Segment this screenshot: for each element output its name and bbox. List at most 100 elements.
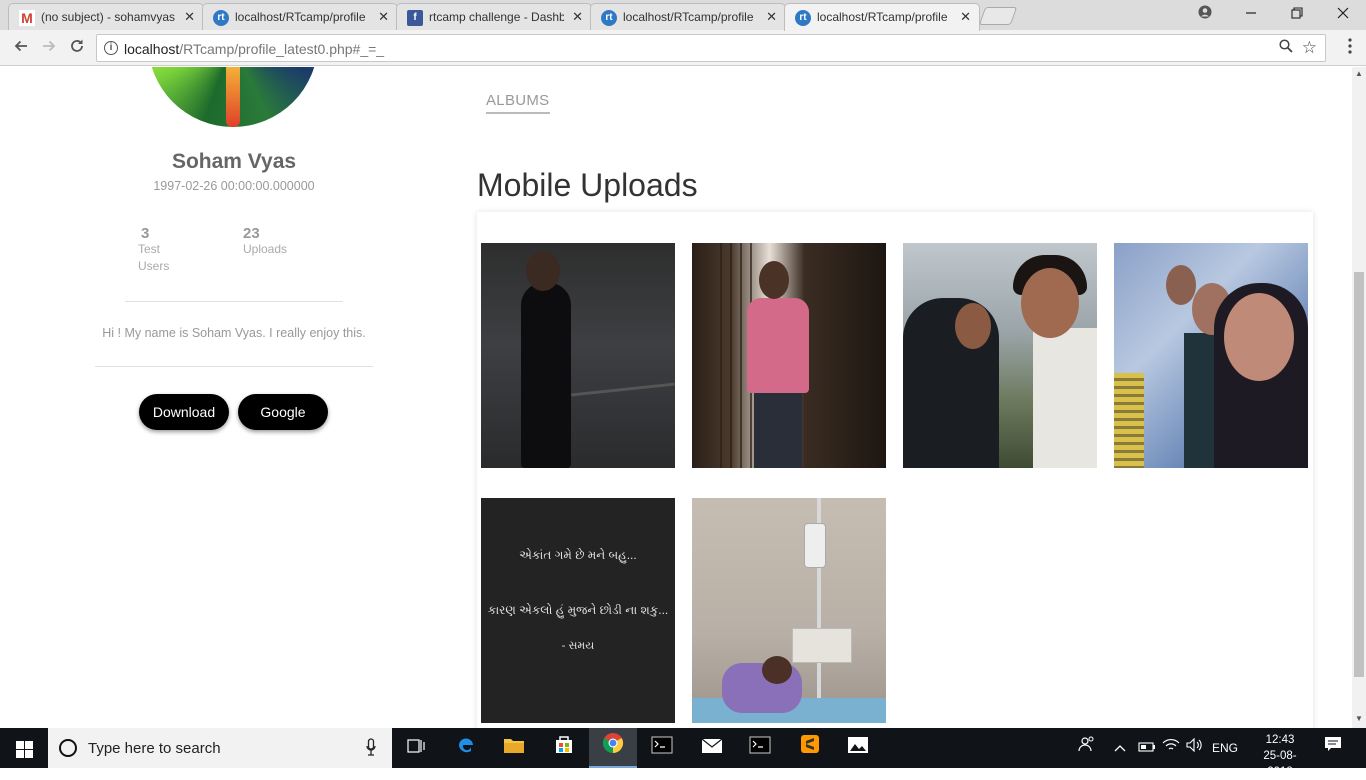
- zoom-icon[interactable]: [1279, 39, 1293, 57]
- stat-test-users-label: Test Users: [138, 242, 170, 273]
- profile-bio: Hi ! My name is Soham Vyas. I really enj…: [102, 326, 366, 340]
- people-icon[interactable]: [1078, 728, 1096, 768]
- sublime-text-icon[interactable]: [786, 728, 834, 768]
- taskbar-search[interactable]: Type here to search: [48, 728, 392, 768]
- railing: [571, 382, 675, 397]
- divider: [125, 301, 343, 302]
- volume-icon[interactable]: [1186, 728, 1204, 768]
- rtcamp-icon: rt: [601, 10, 617, 26]
- page-content: Soham Vyas 1997-02-26 00:00:00.000000 3 …: [0, 67, 1352, 728]
- quote-author: - સમય: [561, 640, 595, 652]
- start-button[interactable]: [0, 728, 48, 768]
- profile-dob: 1997-02-26 00:00:00.000000: [153, 179, 315, 193]
- person-shirt: [747, 298, 809, 393]
- terminal-icon[interactable]: [638, 728, 686, 768]
- minimize-button[interactable]: [1228, 0, 1274, 30]
- facebook-icon: f: [407, 10, 423, 26]
- tab-title: localhost/RTcamp/profile: [623, 10, 754, 24]
- tab-title: rtcamp challenge - Dashb: [429, 10, 564, 24]
- action-center-icon[interactable]: [1324, 728, 1342, 768]
- chrome-icon[interactable]: [589, 728, 637, 768]
- tab-title: localhost/RTcamp/profile: [235, 10, 366, 24]
- scroll-down-icon[interactable]: ▼: [1355, 714, 1363, 723]
- url-text: localhost/RTcamp/profile_latest0.php#_=_: [124, 41, 385, 57]
- scrollbar-thumb[interactable]: [1354, 272, 1364, 677]
- photo-dark-sea[interactable]: [481, 243, 675, 468]
- photo-quote[interactable]: એકાંત ગમે છે મને બહુ... કારણ એકલો હું મુ…: [481, 498, 675, 723]
- info-icon[interactable]: i: [104, 41, 118, 55]
- scroll-up-icon[interactable]: ▲: [1355, 69, 1363, 78]
- album-title: Mobile Uploads: [477, 167, 698, 203]
- avatar-detail: [226, 67, 240, 127]
- divider: [95, 366, 373, 367]
- file-explorer-icon[interactable]: [490, 728, 538, 768]
- clock-date: 25-08-2018: [1263, 750, 1297, 778]
- chrome-menu-icon[interactable]: [1348, 38, 1352, 54]
- windows-taskbar: Type here to search ENG 12:43 25-08-2018: [0, 728, 1366, 778]
- close-icon[interactable]: ✕: [184, 9, 195, 25]
- forward-button[interactable]: [37, 36, 61, 60]
- restore-button[interactable]: [1274, 0, 1320, 30]
- tab-profile-2[interactable]: rt localhost/RTcamp/profile ✕: [590, 3, 786, 30]
- quote-line: કારણ એકલો હું મુજને છોડી ના શકુ...: [487, 603, 669, 617]
- profile-avatar: [148, 67, 318, 127]
- search-placeholder: Type here to search: [88, 740, 221, 757]
- person-dress: [1033, 328, 1097, 468]
- patient-head: [762, 656, 792, 684]
- photo-window[interactable]: [692, 243, 886, 468]
- terminal-icon[interactable]: [736, 728, 784, 768]
- download-button[interactable]: Download: [139, 394, 229, 430]
- profile-name: Soham Vyas: [171, 150, 297, 173]
- stat-test-users-value: 3: [141, 225, 150, 242]
- person-head: [955, 303, 991, 349]
- close-icon[interactable]: ✕: [960, 9, 971, 25]
- person-legs: [754, 391, 802, 468]
- tab-profile-active[interactable]: rt localhost/RTcamp/profile ✕: [784, 3, 980, 31]
- task-view-icon[interactable]: [392, 728, 440, 768]
- wifi-icon[interactable]: [1162, 728, 1180, 768]
- close-icon[interactable]: ✕: [378, 9, 389, 25]
- photo-hospital[interactable]: [692, 498, 886, 723]
- rtcamp-icon: rt: [213, 10, 229, 26]
- tab-profile-1[interactable]: rt localhost/RTcamp/profile ✕: [202, 3, 398, 30]
- profile-icon[interactable]: [1182, 0, 1228, 30]
- tab-gmail[interactable]: M (no subject) - sohamvyas ✕: [8, 3, 204, 30]
- page-scrollbar[interactable]: ▲ ▼: [1352, 67, 1366, 728]
- person-head: [526, 251, 560, 291]
- tab-strip: M (no subject) - sohamvyas ✕ rt localhos…: [0, 0, 1366, 31]
- photo-group[interactable]: [1114, 243, 1308, 468]
- iv-bag: [804, 523, 826, 568]
- edge-icon[interactable]: [442, 728, 490, 768]
- reload-button[interactable]: [65, 36, 89, 60]
- photo-selfie[interactable]: [903, 243, 1097, 468]
- tab-facebook[interactable]: f rtcamp challenge - Dashb ✕: [396, 3, 592, 30]
- language-indicator[interactable]: ENG: [1212, 728, 1238, 768]
- window-close-button[interactable]: [1320, 0, 1366, 30]
- store-icon[interactable]: [540, 728, 588, 768]
- photo-gallery: એકાંત ગમે છે મને બહુ... કારણ એકલો હું મુ…: [477, 212, 1313, 728]
- albums-link[interactable]: ALBUMS: [486, 92, 550, 114]
- close-icon[interactable]: ✕: [572, 9, 583, 25]
- person-face: [1021, 268, 1079, 338]
- chevron-up-icon[interactable]: [1114, 728, 1126, 768]
- google-button[interactable]: Google: [238, 394, 328, 430]
- new-tab-button[interactable]: [978, 7, 1018, 25]
- person-figure: [521, 283, 571, 468]
- tab-title: (no subject) - sohamvyas: [41, 10, 176, 24]
- back-button[interactable]: [9, 36, 33, 60]
- stat-uploads-value: 23: [243, 225, 260, 242]
- close-icon[interactable]: ✕: [766, 9, 777, 25]
- battery-icon[interactable]: [1138, 728, 1156, 768]
- person-face: [1224, 293, 1294, 381]
- quote-line: એકાંત ગમે છે મને બહુ...: [519, 548, 637, 562]
- wall-panel: [792, 628, 852, 663]
- photos-icon[interactable]: [834, 728, 882, 768]
- bookmark-star-icon[interactable]: ☆: [1302, 38, 1317, 58]
- mail-icon[interactable]: [688, 728, 736, 768]
- address-bar[interactable]: i localhost/RTcamp/profile_latest0.php#_…: [96, 34, 1326, 62]
- rtcamp-icon: rt: [795, 10, 811, 26]
- platform-strip: [1114, 373, 1144, 468]
- microphone-icon[interactable]: [366, 738, 376, 760]
- stat-uploads-label: Uploads: [243, 242, 288, 256]
- system-clock[interactable]: 12:43 25-08-2018: [1252, 732, 1308, 780]
